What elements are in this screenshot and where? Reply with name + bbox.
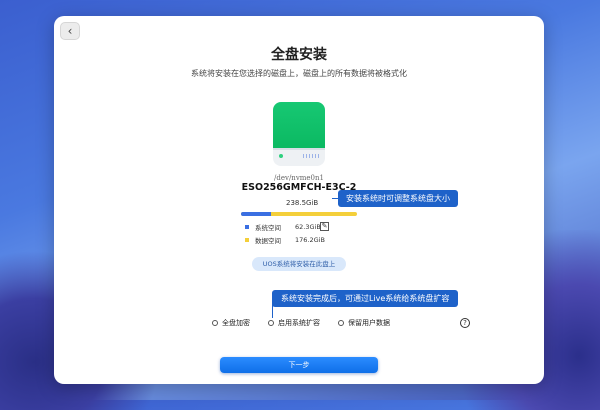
system-space-swatch: [245, 225, 249, 229]
disk-led-icon: [279, 154, 283, 158]
option-label: 启用系统扩容: [278, 319, 320, 327]
legend-data-space: 数据空间 176.2GiB: [245, 235, 325, 245]
help-icon[interactable]: ?: [460, 318, 470, 328]
radio-icon[interactable]: [268, 320, 274, 326]
disk-total-size: 238.5GiB: [286, 199, 319, 207]
option-enable-system-expansion[interactable]: 启用系统扩容: [268, 318, 320, 328]
radio-icon[interactable]: [338, 320, 344, 326]
next-button[interactable]: 下一步: [220, 357, 378, 373]
option-label: 全盘加密: [222, 319, 250, 327]
disk-model: ESO256GMFCH-E3C-2: [241, 182, 357, 193]
page-subtitle: 系统将安装在您选择的磁盘上，磁盘上的所有数据将被格式化: [191, 69, 407, 78]
legend-label: 数据空间: [255, 237, 281, 245]
edit-icon[interactable]: ✎: [320, 222, 329, 231]
back-button[interactable]: ‹: [60, 22, 80, 40]
option-full-disk-encryption[interactable]: 全盘加密: [212, 318, 250, 328]
legend-label: 系统空间: [255, 224, 281, 232]
disk-icon-base: [273, 148, 325, 166]
radio-icon[interactable]: [212, 320, 218, 326]
uos-install-note: UOS系统将安装在此盘上: [252, 257, 346, 271]
option-label: 保留用户数据: [348, 319, 390, 327]
disk-usage-bar: [241, 212, 357, 216]
data-space-swatch: [245, 238, 249, 242]
legend-system-space: 系统空间 62.3GiB: [245, 222, 321, 232]
expand-tooltip: 系统安装完成后，可通过Live系统给系统盘扩容: [272, 290, 459, 318]
chevron-left-icon: ‹: [67, 24, 73, 38]
install-options: 全盘加密 启用系统扩容 保留用户数据: [212, 318, 408, 328]
legend-value: 176.2GiB: [295, 236, 325, 244]
resize-tooltip: 安装系统时可调整系统盘大小: [332, 190, 458, 207]
disk-usage-system-segment: [241, 212, 272, 216]
disk-vent-icon: [303, 154, 319, 158]
legend-value: 62.3GiB: [295, 223, 321, 231]
option-keep-user-data[interactable]: 保留用户数据: [338, 318, 390, 328]
full-disk-install-dialog: ‹ 全盘安装 系统将安装在您选择的磁盘上，磁盘上的所有数据将被格式化 /dev/…: [54, 16, 544, 384]
device-path: /dev/nvme0n1: [274, 174, 324, 182]
page-title: 全盘安装: [271, 47, 327, 63]
